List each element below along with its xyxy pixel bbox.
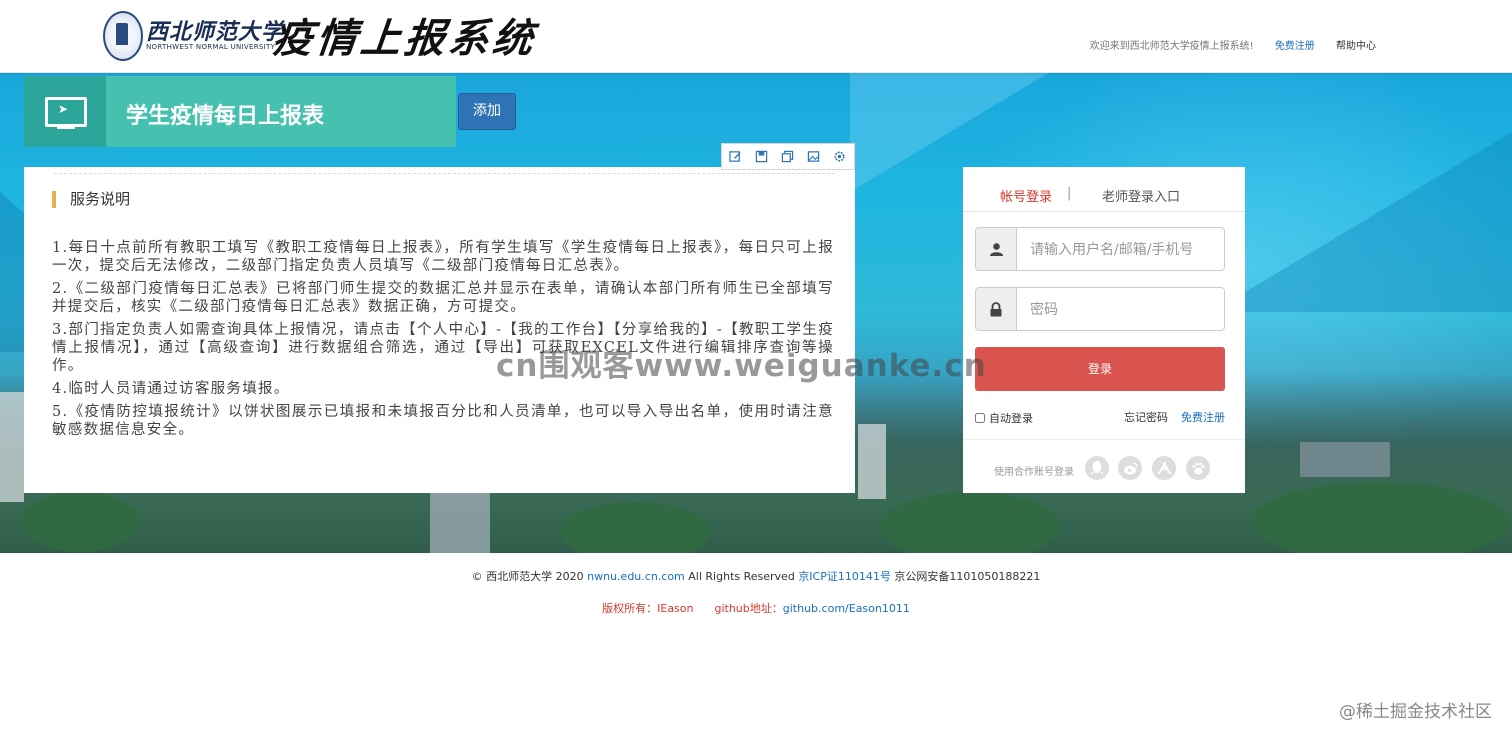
university-name-cn: 西北师范大学 [146,19,285,45]
settings-icon[interactable] [826,144,852,169]
qq-icon[interactable] [1085,456,1109,480]
renren-icon[interactable] [1152,456,1176,480]
login-panel: 帐号登录 | 老师登录入口 登录 自动登录 忘记密码 免费注册 使用合作账号登录 [963,167,1245,493]
lock-icon [976,288,1017,330]
password-field [975,287,1225,331]
save-icon[interactable] [748,144,774,169]
tab-teacher-login[interactable]: 老师登录入口 [1102,186,1180,205]
panel-toolbar [721,143,855,170]
github-label: github地址： [714,602,783,615]
weibo-icon[interactable] [1118,456,1142,480]
service-panel: 服务说明 1.每日十点前所有教职工填写《教职工疫情每日上报表》，所有学生填写《学… [24,167,855,493]
header-links: 欢迎来到西北师范大学疫情上报系统! 免费注册 帮助中心 [1072,37,1376,52]
header-register-link[interactable]: 免费注册 [1275,41,1315,52]
login-tabs: 帐号登录 | 老师登录入口 [963,167,1245,212]
tab-account-login[interactable]: 帐号登录 [1000,186,1052,205]
user-icon [976,228,1017,270]
university-seal-logo [103,11,143,61]
watermark-text: cn围观客www.weiguanke.cn [496,348,987,384]
username-field [975,227,1225,271]
username-input[interactable] [1017,228,1224,270]
owner-text: 版权所有：IEason [602,602,694,615]
tab-separator: | [1067,186,1072,201]
police-record-text: 京公网安备1101050188221 [894,570,1041,583]
service-item: 2.《二级部门疫情每日汇总表》已将部门师生提交的数据汇总并显示在表单，请确认本部… [52,281,834,315]
auto-login: 自动登录 [975,410,1033,426]
system-title: 疫情上报系统 [270,15,540,62]
help-center-link[interactable]: 帮助中心 [1336,41,1376,52]
github-link[interactable]: github.com/Eason1011 [783,602,910,615]
register-link[interactable]: 免费注册 [1181,409,1225,425]
form-title-banner: 学生疫情每日上报表 [106,76,456,147]
monitor-icon: ➤ [24,76,106,147]
rights-text: All Rights Reserved [688,570,795,583]
baidu-icon[interactable] [1186,456,1210,480]
brand-watermark: @稀土掘金技术社区 [1339,702,1492,722]
forgot-password-link[interactable]: 忘记密码 [1124,409,1168,425]
service-item: 1.每日十点前所有教职工填写《教职工疫情每日上报表》，所有学生填写《学生疫情每日… [52,240,834,274]
auto-login-label: 自动登录 [989,412,1033,425]
welcome-text: 欢迎来到西北师范大学疫情上报系统! [1089,41,1254,52]
domain-link[interactable]: nwnu.edu.cn.com [587,570,685,583]
social-login-label: 使用合作账号登录 [994,467,1074,478]
university-name-en: NORTHWEST NORMAL UNIVERSITY [146,43,276,51]
footer-owner-line: 版权所有：IEason github地址：github.com/Eason101… [0,600,1512,616]
copy-icon[interactable] [774,144,800,169]
copyright-text: © 西北师范大学 2020 [471,570,584,583]
footer-copyright-line: © 西北师范大学 2020 nwnu.edu.cn.com All Rights… [0,568,1512,584]
login-button[interactable]: 登录 [975,347,1225,391]
edit-icon[interactable] [722,144,748,169]
icp-link[interactable]: 京ICP证110141号 [798,570,891,583]
add-button[interactable]: 添加 [458,93,516,130]
service-title: 服务说明 [52,191,130,208]
image-icon[interactable] [800,144,826,169]
password-input[interactable] [1017,288,1224,330]
service-item: 5.《疫情防控填报统计》以饼状图展示已填报和未填报百分比和人员清单，也可以导入导… [52,404,834,438]
form-title: 学生疫情每日上报表 [126,104,325,129]
top-header: 西北师范大学 NORTHWEST NORMAL UNIVERSITY 疫情上报系… [0,0,1512,73]
auto-login-checkbox[interactable] [975,413,985,423]
